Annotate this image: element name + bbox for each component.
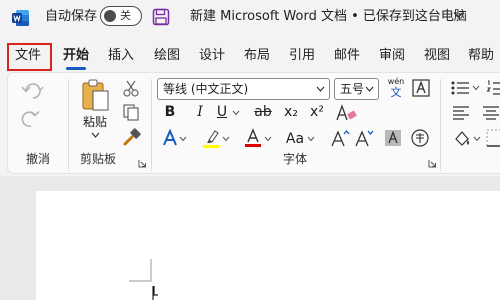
document-canvas: [0, 176, 500, 300]
group-divider: [151, 79, 152, 171]
character-border-icon[interactable]: [412, 79, 430, 97]
paste-icon[interactable]: [81, 79, 111, 113]
margin-corner-mark: [129, 259, 158, 300]
autosave-state: 关: [120, 9, 131, 22]
paste-label[interactable]: 粘贴: [80, 113, 110, 131]
undo-group-label: 撤消: [26, 152, 51, 166]
shading-icon[interactable]: [452, 129, 472, 149]
bold-button[interactable]: B: [162, 103, 178, 121]
tab-layout[interactable]: 布局: [244, 44, 270, 68]
italic-button[interactable]: I: [192, 103, 208, 121]
tab-help[interactable]: 帮助: [468, 44, 494, 68]
document-page[interactable]: [36, 191, 500, 300]
tab-home[interactable]: 开始: [63, 44, 89, 70]
font-color-dropdown-icon[interactable]: [264, 136, 272, 142]
character-shading-icon[interactable]: [384, 128, 402, 148]
clipboard-dialog-launcher-icon[interactable]: [138, 159, 147, 168]
borders-icon[interactable]: [486, 129, 500, 147]
enclose-characters-icon[interactable]: [410, 128, 430, 148]
underline-button[interactable]: U: [214, 103, 230, 121]
bullets-icon[interactable]: [450, 79, 470, 97]
clear-formatting-icon[interactable]: [334, 103, 360, 123]
save-icon[interactable]: [152, 8, 170, 26]
font-size-dropdown[interactable]: 五号: [334, 78, 379, 100]
tab-view[interactable]: 视图: [424, 44, 450, 68]
change-case-button[interactable]: Aa: [284, 130, 306, 148]
toggle-knob: [104, 10, 116, 22]
phonetic-guide-button[interactable]: wén 文: [385, 77, 407, 101]
ribbon-tabs: 文件 开始 插入 绘图 设计 布局 引用 邮件 审阅 视图 帮助: [0, 44, 500, 70]
autosave-toggle[interactable]: 关: [100, 6, 142, 26]
tab-insert[interactable]: 插入: [108, 44, 134, 68]
strikethrough-button[interactable]: ab: [254, 103, 272, 121]
text-effects-icon[interactable]: [162, 129, 178, 147]
format-painter-icon[interactable]: [122, 127, 142, 147]
highlighter-icon[interactable]: [201, 128, 221, 148]
word-logo-icon: [12, 10, 29, 26]
chevron-down-icon: [316, 86, 325, 92]
tab-mailings[interactable]: 邮件: [334, 44, 360, 68]
autosave-label: 自动保存: [45, 9, 98, 24]
highlight-color-swatch: [203, 145, 219, 148]
paste-dropdown-icon[interactable]: [91, 132, 100, 138]
group-divider: [68, 79, 69, 171]
clipboard-group-label: 剪贴板: [80, 152, 117, 166]
tab-review[interactable]: 审阅: [379, 44, 405, 68]
document-title[interactable]: 新建 Microsoft Word 文档 • 已保存到这台电脑: [190, 8, 467, 26]
redo-icon[interactable]: [20, 106, 42, 128]
chevron-down-icon: [365, 86, 374, 92]
title-bar: 自动保存 关 新建 Microsoft Word 文档 • 已保存到这台电脑: [0, 0, 500, 36]
align-center-icon[interactable]: [482, 105, 500, 121]
group-divider: [440, 79, 441, 171]
tab-file[interactable]: 文件: [15, 44, 41, 68]
font-name-dropdown[interactable]: 等线 (中文正文): [157, 78, 330, 100]
align-left-icon[interactable]: [452, 105, 470, 121]
text-effects-dropdown-icon[interactable]: [179, 136, 187, 142]
shrink-font-icon[interactable]: [354, 128, 374, 148]
ribbon: 撤消 粘贴 剪贴板 等线 (中文正文) 五号 wén 文 B I U ab x₂…: [7, 72, 500, 174]
font-name-value: 等线 (中文正文): [163, 82, 249, 96]
tab-references[interactable]: 引用: [289, 44, 315, 68]
phonetic-bottom: 文: [390, 86, 402, 99]
superscript-button[interactable]: x²: [308, 103, 326, 121]
change-case-dropdown-icon[interactable]: [307, 136, 315, 142]
font-size-value: 五号: [340, 82, 365, 96]
font-group-label: 字体: [283, 152, 308, 166]
subscript-button[interactable]: x₂: [282, 103, 300, 121]
cut-icon[interactable]: [122, 79, 140, 97]
numbering-icon[interactable]: [486, 79, 500, 97]
font-dialog-launcher-icon[interactable]: [428, 159, 437, 168]
highlight-dropdown-icon[interactable]: [222, 136, 230, 142]
chevron-down-icon[interactable]: [453, 11, 464, 19]
tab-draw[interactable]: 绘图: [154, 44, 180, 68]
tab-design[interactable]: 设计: [199, 44, 225, 68]
bullets-dropdown-icon[interactable]: [472, 85, 480, 91]
underline-dropdown-icon[interactable]: [232, 110, 240, 116]
font-color-icon[interactable]: [244, 128, 262, 148]
grow-font-icon[interactable]: [330, 128, 350, 148]
shading-dropdown-icon[interactable]: [473, 136, 481, 142]
copy-icon[interactable]: [122, 103, 140, 121]
undo-icon[interactable]: [20, 79, 46, 101]
